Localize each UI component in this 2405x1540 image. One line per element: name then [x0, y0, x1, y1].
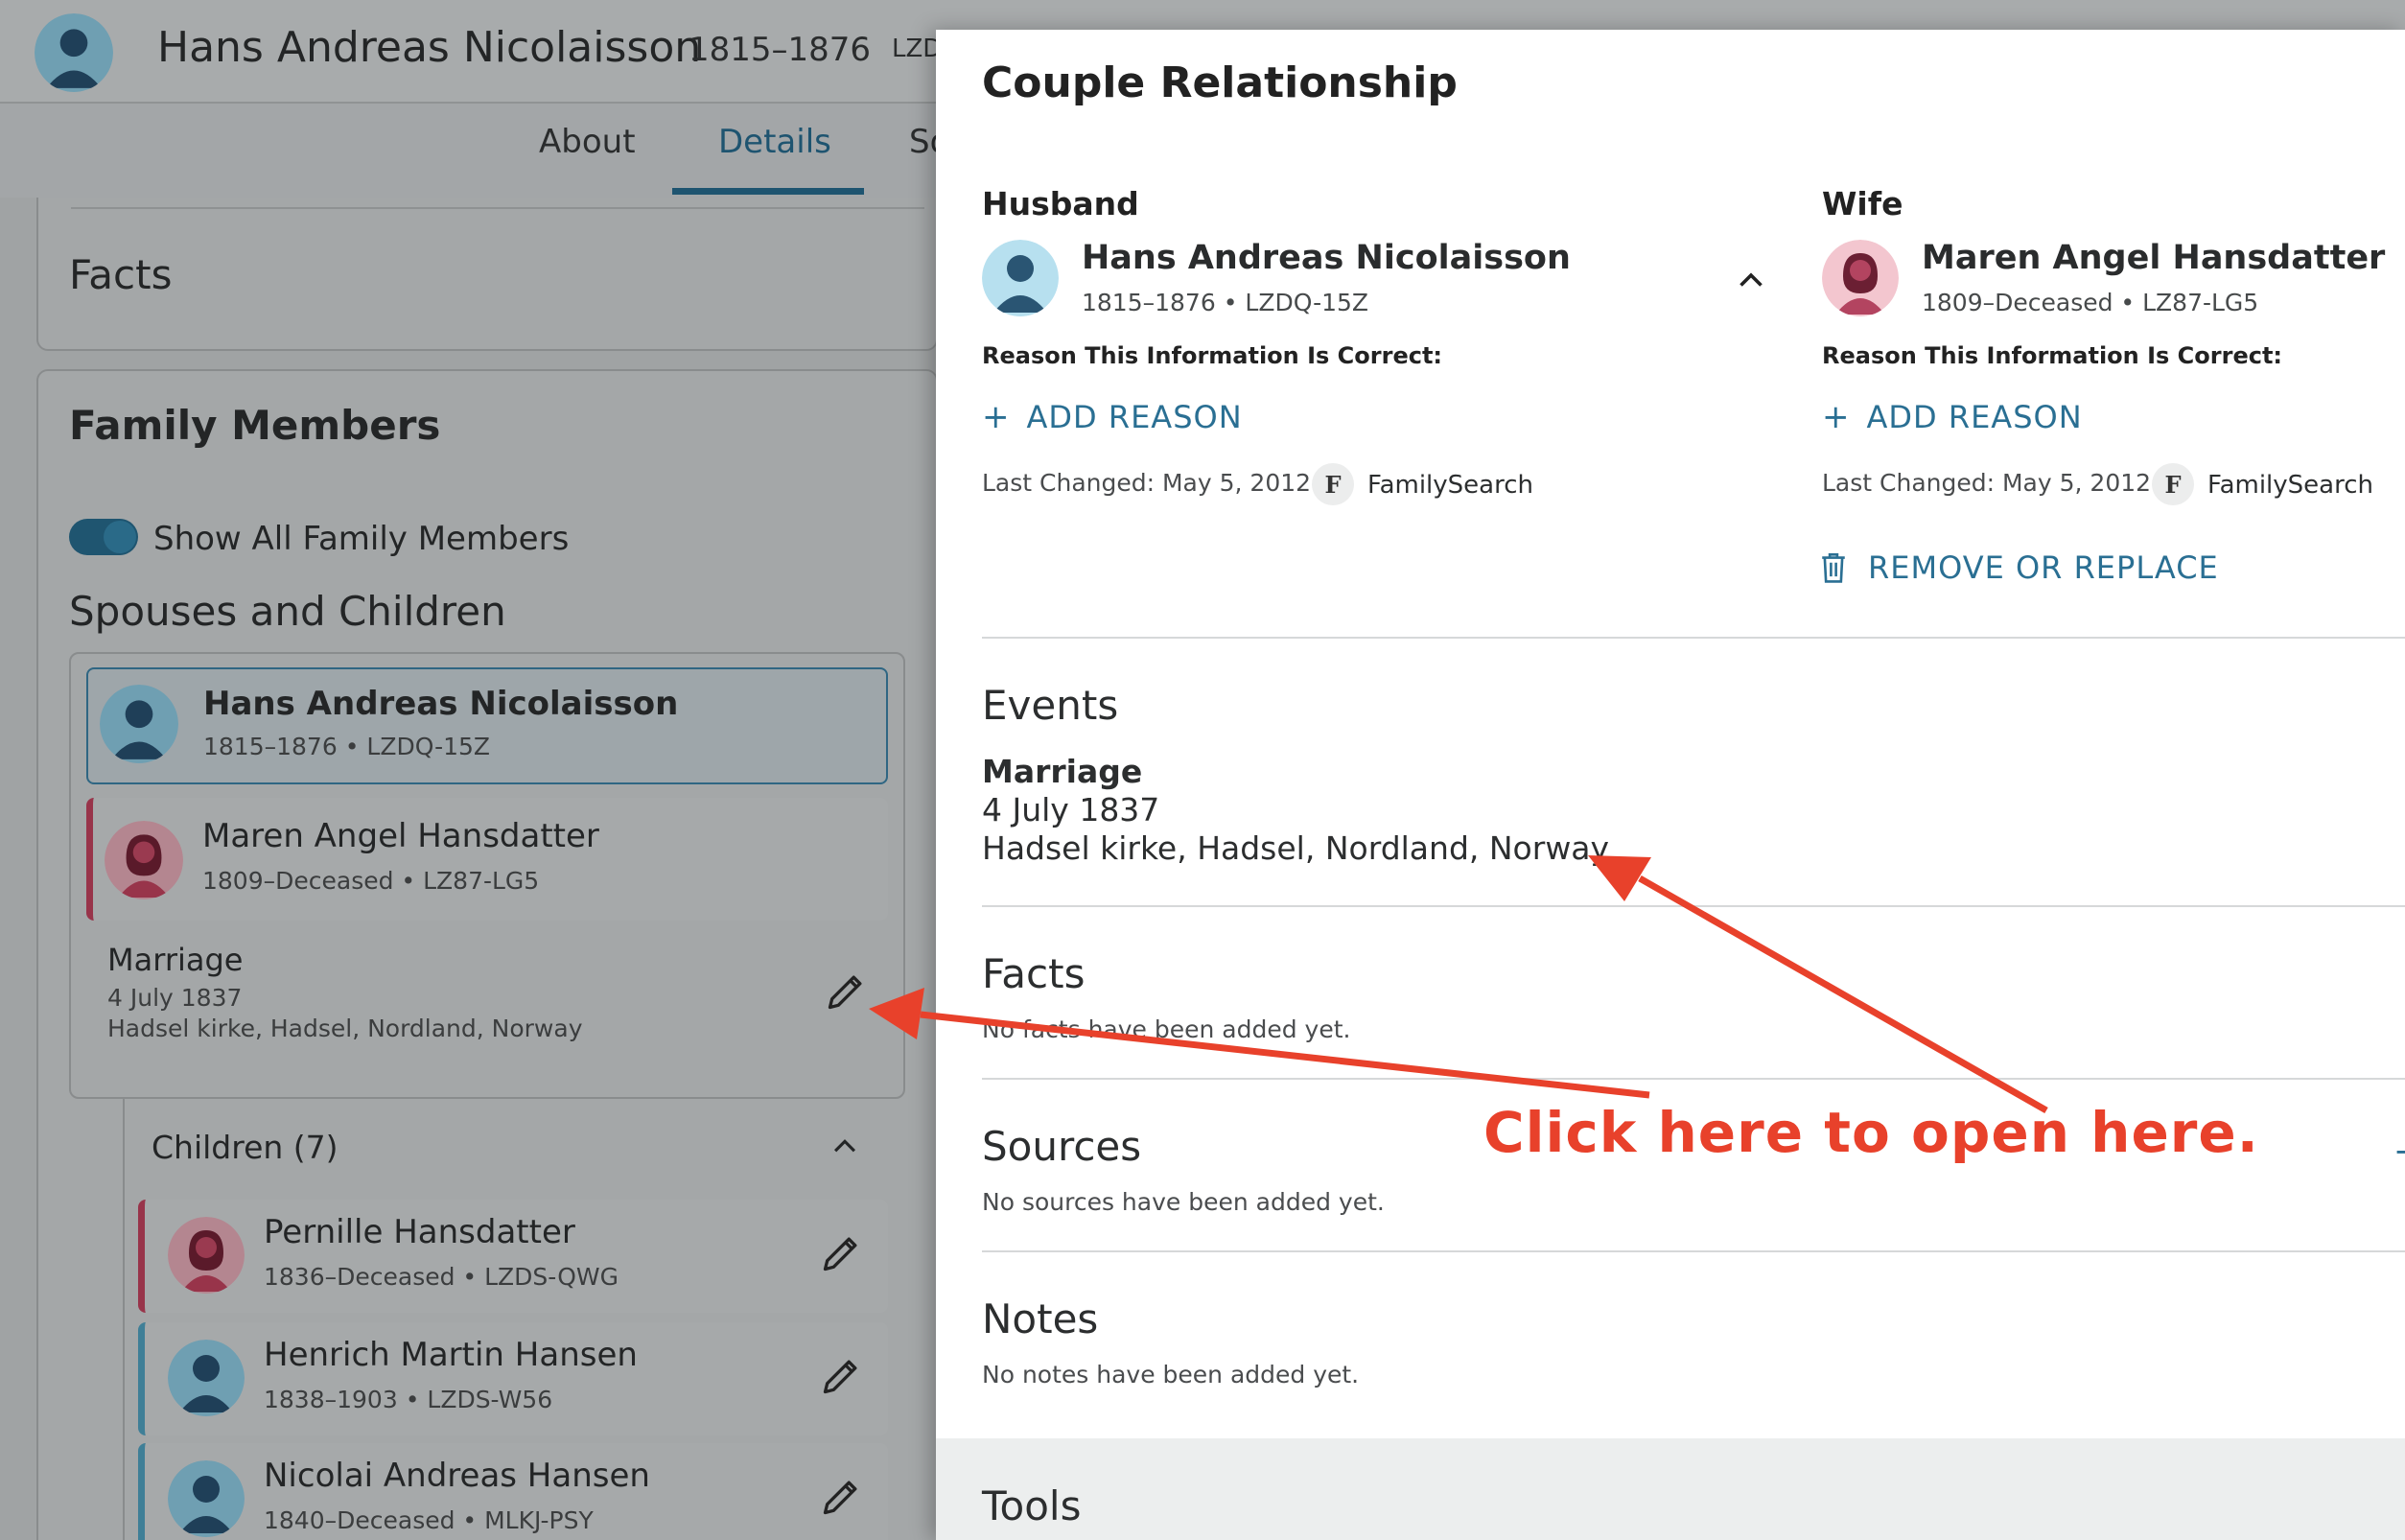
- facts-empty-text: No facts have been added yet.: [982, 1015, 1351, 1043]
- child-row[interactable]: Pernille Hansdatter 1836–Deceased • LZDS…: [138, 1200, 888, 1313]
- chevron-up-icon[interactable]: [1734, 264, 1768, 298]
- event-place: Hadsel kirke, Hadsel, Nordland, Norway: [982, 829, 1610, 867]
- wife-row[interactable]: Maren Angel Hansdatter 1809–Deceased • L…: [86, 798, 888, 921]
- wife-meta: 1809–Deceased • LZ87-LG5: [1922, 289, 2259, 316]
- spouses-heading: Spouses and Children: [69, 588, 506, 635]
- couple-box: Hans Andreas Nicolaisson 1815–1876 • LZD…: [69, 652, 905, 1099]
- divider: [71, 207, 924, 209]
- divider: [982, 905, 2405, 907]
- husband-name: Hans Andreas Nicolaisson: [203, 685, 679, 723]
- event-date: 4 July 1837: [982, 791, 1160, 828]
- female-avatar-icon: [105, 821, 183, 899]
- plus-icon: +: [982, 398, 1010, 436]
- husband-reason-label: Reason This Information Is Correct:: [982, 342, 1443, 369]
- husband-label: Husband: [982, 185, 1139, 222]
- pencil-icon[interactable]: [820, 1232, 862, 1274]
- person-lifespan: 1815–1876: [689, 31, 872, 69]
- husband-meta: 1815–1876 • LZDQ-15Z: [203, 733, 491, 760]
- remove-or-replace-label: REMOVE OR REPLACE: [1868, 549, 2219, 586]
- female-avatar-icon: [1822, 240, 1899, 316]
- child-row[interactable]: Nicolai Andreas Hansen 1840–Deceased • M…: [138, 1443, 888, 1540]
- event-title: Marriage: [982, 753, 1143, 790]
- male-avatar-icon: [168, 1340, 245, 1416]
- husband-name[interactable]: Hans Andreas Nicolaisson: [1082, 239, 1571, 277]
- person-id: LZD: [892, 35, 943, 63]
- notes-empty-text: No notes have been added yet.: [982, 1361, 1360, 1388]
- child-name: Henrich Martin Hansen: [264, 1336, 638, 1374]
- marriage-date: 4 July 1837: [107, 984, 243, 1012]
- children-heading: Children (7): [152, 1129, 339, 1166]
- toggle-label: Show All Family Members: [153, 520, 570, 558]
- male-avatar-icon: [168, 1460, 245, 1537]
- familysearch-icon: F: [2152, 463, 2194, 505]
- sources-empty-text: No sources have been added yet.: [982, 1188, 1385, 1216]
- add-reason-label: ADD REASON: [1866, 399, 2083, 435]
- chevron-up-icon[interactable]: [829, 1131, 861, 1163]
- husband-source-name[interactable]: FamilySearch: [1367, 471, 1533, 500]
- add-source-plus-icon[interactable]: +: [2393, 1132, 2405, 1171]
- facts-heading: Facts: [982, 950, 1086, 997]
- child-name: Pernille Hansdatter: [264, 1213, 575, 1251]
- tools-section: Tools: [936, 1438, 2405, 1540]
- wife-name: Maren Angel Hansdatter: [202, 817, 599, 855]
- facts-card: Facts: [36, 198, 938, 351]
- child-meta: 1838–1903 • LZDS-W56: [264, 1386, 553, 1413]
- tools-heading: Tools: [982, 1482, 1082, 1529]
- divider: [982, 1250, 2405, 1252]
- notes-heading: Notes: [982, 1295, 1099, 1342]
- marriage-title: Marriage: [107, 942, 244, 978]
- child-row[interactable]: Henrich Martin Hansen 1838–1903 • LZDS-W…: [138, 1322, 888, 1435]
- husband-last-changed: Last Changed: May 5, 2012: [982, 469, 1312, 497]
- wife-meta: 1809–Deceased • LZ87-LG5: [202, 867, 540, 895]
- husband-add-reason-button[interactable]: + ADD REASON: [982, 398, 1243, 436]
- wife-source-name[interactable]: FamilySearch: [2207, 471, 2373, 500]
- child-meta: 1840–Deceased • MLKJ-PSY: [264, 1506, 594, 1534]
- male-avatar-icon: [982, 240, 1059, 316]
- active-tab-indicator: [672, 188, 864, 195]
- tab-about[interactable]: About: [539, 123, 636, 161]
- annotation-text: Click here to open here.: [1483, 1100, 2259, 1165]
- pencil-icon[interactable]: [825, 970, 867, 1013]
- pencil-icon[interactable]: [820, 1355, 862, 1397]
- remove-or-replace-button[interactable]: REMOVE OR REPLACE: [1818, 549, 2219, 586]
- divider: [982, 637, 2405, 639]
- plus-icon: +: [1822, 398, 1850, 436]
- pencil-icon[interactable]: [820, 1476, 862, 1518]
- marriage-place: Hadsel kirke, Hadsel, Nordland, Norway: [107, 1015, 583, 1042]
- person-name: Hans Andreas Nicolaisson: [157, 23, 702, 72]
- show-all-toggle[interactable]: [69, 519, 138, 555]
- divider: [123, 1099, 125, 1540]
- familysearch-icon: F: [1312, 463, 1354, 505]
- events-heading: Events: [982, 682, 1119, 729]
- wife-name[interactable]: Maren Angel Hansdatter: [1922, 239, 2385, 277]
- dialog-title: Couple Relationship: [982, 58, 1458, 107]
- wife-last-changed: Last Changed: May 5, 2012: [1822, 469, 2152, 497]
- add-reason-label: ADD REASON: [1026, 399, 1243, 435]
- divider: [982, 1078, 2405, 1080]
- couple-relationship-dialog: Couple Relationship Husband Hans Andreas…: [936, 30, 2405, 1540]
- child-name: Nicolai Andreas Hansen: [264, 1457, 650, 1495]
- husband-row[interactable]: Hans Andreas Nicolaisson 1815–1876 • LZD…: [86, 667, 888, 784]
- female-avatar-icon: [168, 1217, 245, 1294]
- sources-heading: Sources: [982, 1123, 1142, 1170]
- male-avatar-icon: [100, 685, 178, 763]
- husband-meta: 1815–1876 • LZDQ-15Z: [1082, 289, 1369, 316]
- tab-details[interactable]: Details: [718, 123, 831, 161]
- child-meta: 1836–Deceased • LZDS-QWG: [264, 1263, 619, 1291]
- wife-label: Wife: [1822, 185, 1903, 222]
- facts-heading: Facts: [69, 251, 173, 298]
- wife-add-reason-button[interactable]: + ADD REASON: [1822, 398, 2083, 436]
- wife-reason-label: Reason This Information Is Correct:: [1822, 342, 2283, 369]
- male-avatar-icon: [35, 13, 113, 92]
- trash-icon: [1822, 552, 1845, 583]
- family-members-card: Family Members Show All Family Members S…: [36, 369, 938, 1540]
- family-members-heading: Family Members: [69, 402, 441, 449]
